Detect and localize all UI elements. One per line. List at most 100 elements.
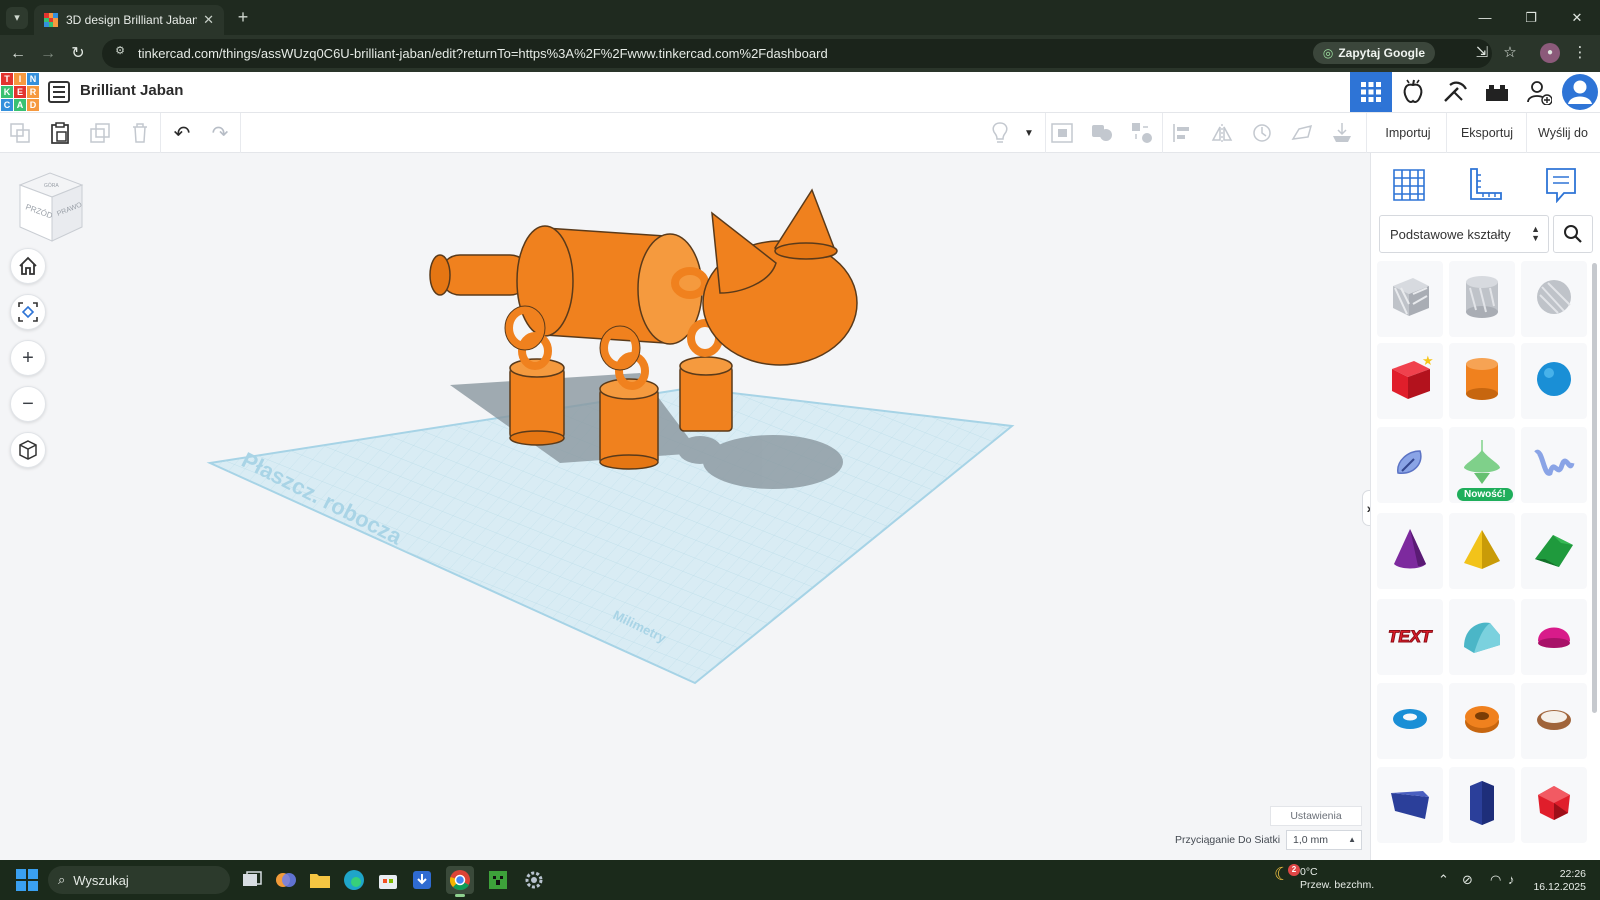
mirror-icon[interactable] <box>1210 121 1234 145</box>
tinkercad-logo[interactable]: TIN KER CAD <box>1 73 39 111</box>
shape-tile-text[interactable]: TEXT <box>1377 599 1443 675</box>
browser-tab[interactable]: 3D design Brilliant Jaban - Tinkercad ✕ <box>34 5 224 35</box>
shape-tile-scribble[interactable] <box>1377 427 1443 503</box>
select-arrows-icon: ▲ ▼ <box>1531 224 1540 243</box>
send-to-button[interactable]: Wyślij do <box>1530 120 1596 146</box>
design-list-icon[interactable] <box>48 81 70 103</box>
group-icon[interactable] <box>1090 121 1114 145</box>
wifi-icon[interactable]: ◠ <box>1490 872 1501 888</box>
home-view-button[interactable] <box>10 248 46 284</box>
delete-icon[interactable] <box>128 121 152 145</box>
tab-close-icon[interactable]: ✕ <box>203 12 214 28</box>
weather-widget[interactable]: ☾ 2 0°C Przew. bezchm. <box>1274 864 1374 892</box>
design-title[interactable]: Brilliant Jaban <box>80 82 183 99</box>
reload-icon[interactable]: ↻ <box>66 42 90 66</box>
fit-view-button[interactable] <box>10 294 46 330</box>
copy-icon[interactable] <box>8 121 32 145</box>
shape-tile-box[interactable]: ★ <box>1377 343 1443 419</box>
network-off-icon[interactable]: ⊘ <box>1462 872 1473 888</box>
back-icon[interactable]: ← <box>6 42 30 66</box>
3d-scene[interactable]: Płaszcz. robocza Milimetry <box>0 153 1370 860</box>
notes-tool-button[interactable] <box>1537 161 1585 209</box>
shape-tile-sphere-hole[interactable] <box>1521 261 1587 337</box>
volume-icon[interactable]: ♪ <box>1508 872 1515 887</box>
profile-avatar-icon[interactable]: ● <box>1540 43 1560 63</box>
paste-icon[interactable] <box>48 121 72 145</box>
shape-tile-cylinder-hole[interactable] <box>1449 261 1515 337</box>
shape-tile-box-hole[interactable] <box>1377 261 1443 337</box>
file-explorer-icon[interactable] <box>306 866 334 894</box>
minecraft-icon[interactable] <box>484 866 512 894</box>
shape-generator-icon[interactable] <box>1290 121 1314 145</box>
taskbar-search[interactable]: ⌕ Wyszukaj <box>48 866 230 894</box>
task-view-icon[interactable] <box>238 866 266 894</box>
clock[interactable]: 22:26 16.12.2025 <box>1530 868 1586 894</box>
shape-tile-wedge[interactable] <box>1377 767 1443 843</box>
blocks-button[interactable] <box>1434 72 1476 112</box>
shape-tile-cone[interactable] <box>1377 513 1443 589</box>
shape-tile-roof[interactable] <box>1521 513 1587 589</box>
shape-tile-hexagonal-prism[interactable] <box>1449 767 1515 843</box>
shape-category-select[interactable]: Podstawowe kształty ▲ ▼ <box>1379 215 1549 253</box>
shape-tile-pyramid[interactable] <box>1449 513 1515 589</box>
notes-dropdown-icon[interactable]: ▼ <box>1017 121 1041 145</box>
windows-start-icon[interactable] <box>16 869 38 891</box>
browser-menu-icon[interactable]: ⋮ <box>1570 43 1590 63</box>
workspace-canvas[interactable]: Płaszcz. robocza Milimetry GÓRA PRZÓD PR… <box>0 153 1370 860</box>
view-cube[interactable]: GÓRA PRZÓD PRAWO <box>16 171 90 250</box>
shape-tile-paraboloid[interactable] <box>1521 599 1587 675</box>
shapes-scrollbar[interactable] <box>1592 263 1597 713</box>
drop-to-workplane-icon[interactable] <box>1330 121 1354 145</box>
export-button[interactable]: Eksportuj <box>1452 120 1522 146</box>
zoom-in-button[interactable]: + <box>10 340 46 376</box>
settings-button[interactable]: Ustawienia <box>1270 806 1362 826</box>
settings-gear-icon[interactable] <box>520 866 548 894</box>
duplicate-icon[interactable] <box>88 121 112 145</box>
user-avatar-button[interactable] <box>1560 72 1600 112</box>
shape-tile-polyhedron[interactable] <box>1521 767 1587 843</box>
shape-tile-text-3d[interactable] <box>1521 427 1587 503</box>
shape-tile-tube[interactable] <box>1449 683 1515 759</box>
bricks-button[interactable] <box>1476 72 1518 112</box>
new-tab-button[interactable]: + <box>232 6 254 28</box>
undo-icon[interactable]: ↶ <box>170 121 194 145</box>
ungroup-icon[interactable] <box>1130 121 1154 145</box>
bookmark-star-icon[interactable]: ☆ <box>1500 43 1520 63</box>
workplane-tool-button[interactable] <box>1385 161 1433 209</box>
show-hidden-icons-icon[interactable]: ⌃ <box>1438 872 1449 888</box>
store-icon[interactable] <box>374 866 402 894</box>
lightbulb-icon[interactable] <box>988 121 1012 145</box>
shape-tile-half-cylinder[interactable] <box>1449 599 1515 675</box>
shape-tile-torus[interactable] <box>1377 683 1443 759</box>
cruise-icon[interactable] <box>1250 121 1274 145</box>
forward-icon[interactable]: → <box>36 42 60 66</box>
ask-google-button[interactable]: ◎ Zapytaj Google <box>1312 42 1435 64</box>
import-button[interactable]: Importuj <box>1376 120 1440 146</box>
tab-search-button[interactable]: ▾ <box>6 7 28 29</box>
shape-search-button[interactable] <box>1553 215 1593 253</box>
site-info-icon[interactable]: ⚙ <box>110 44 130 64</box>
align-icon[interactable] <box>1170 121 1194 145</box>
workplane-view-icon[interactable] <box>1050 121 1074 145</box>
address-bar[interactable]: ⚙ tinkercad.com/things/assWUzq0C6U-brill… <box>102 39 1492 68</box>
copilot-icon[interactable] <box>272 866 300 894</box>
chrome-icon[interactable] <box>446 866 474 897</box>
redo-icon[interactable]: ↷ <box>208 121 232 145</box>
shape-tile-sphere[interactable] <box>1521 343 1587 419</box>
downloads-icon[interactable] <box>408 866 436 894</box>
3d-design-view-button[interactable] <box>1350 72 1392 112</box>
edge-icon[interactable] <box>340 866 368 894</box>
shape-tile-ring[interactable] <box>1521 683 1587 759</box>
install-app-icon[interactable]: ⇲ <box>1472 43 1492 63</box>
shape-tile-spinning-top[interactable]: Nowość! <box>1449 427 1515 503</box>
shape-tile-cylinder[interactable] <box>1449 343 1515 419</box>
minimize-icon[interactable]: — <box>1462 0 1508 35</box>
snap-grid-select[interactable]: 1,0 mm ▲ <box>1286 830 1362 850</box>
ruler-tool-button[interactable] <box>1461 161 1509 209</box>
invite-user-button[interactable] <box>1518 72 1560 112</box>
restore-icon[interactable]: ❐ <box>1508 0 1554 35</box>
sim-lab-button[interactable] <box>1392 72 1434 112</box>
zoom-out-button[interactable]: − <box>10 386 46 422</box>
window-close-icon[interactable]: ✕ <box>1554 0 1600 35</box>
projection-toggle-button[interactable] <box>10 432 46 468</box>
